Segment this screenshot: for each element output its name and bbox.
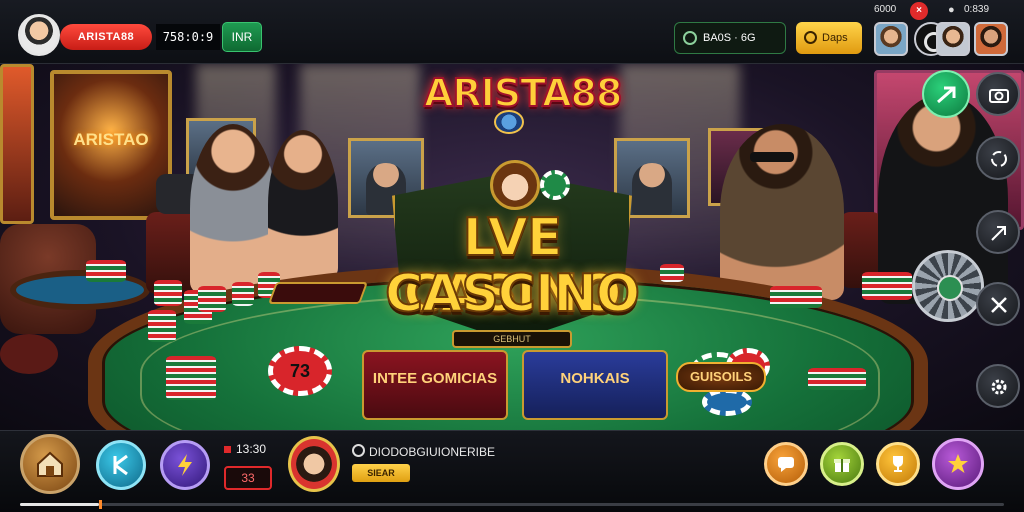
game-tile-middle[interactable]: NOHKAIS	[522, 350, 668, 420]
neon-poster: ARISTAO	[50, 70, 172, 220]
chip-stack	[198, 286, 226, 312]
status-time: 0:839	[964, 4, 990, 15]
progress-fill	[20, 503, 99, 506]
stool	[0, 334, 58, 374]
featured-chip: 73	[268, 346, 332, 396]
recycle-button[interactable]	[976, 136, 1020, 180]
game-tile-right[interactable]: GUISOILS	[676, 362, 766, 392]
friend-avatar-3[interactable]	[974, 22, 1008, 56]
logo-title-line-2: CASCINO	[384, 264, 641, 324]
camera-button[interactable]	[976, 72, 1020, 116]
chat-icon	[778, 457, 794, 472]
chip-stack	[154, 280, 182, 306]
currency-button[interactable]: INR	[222, 22, 262, 52]
arrow-icon	[937, 86, 956, 104]
tools-button[interactable]	[976, 282, 1020, 326]
side-table	[10, 270, 150, 310]
progress-track[interactable]	[20, 500, 1004, 509]
player-avatar[interactable]	[18, 14, 60, 56]
deposit-button-label: Daps	[822, 32, 848, 44]
network-icon	[683, 31, 697, 45]
mascot-icon	[490, 160, 540, 210]
round-timer: 13:30	[224, 442, 266, 456]
chip-stack	[862, 272, 912, 300]
live-casino-logo: LVE CASINO CASCINO GEBHUT	[354, 160, 670, 356]
chip	[702, 388, 752, 416]
gift-icon	[834, 459, 850, 472]
chip-stack	[232, 282, 254, 306]
chip-stack	[808, 368, 866, 390]
bet-counter[interactable]: 33	[224, 466, 272, 490]
featured-chip-label: 73	[289, 361, 311, 381]
brand-emblem-icon	[494, 110, 524, 134]
lightning-button[interactable]	[160, 440, 210, 490]
neon-poster-label: ARISTAO	[73, 130, 149, 149]
card-pad	[267, 282, 369, 304]
notification-badge[interactable]: ×	[910, 2, 928, 20]
chat-button[interactable]	[764, 442, 808, 486]
neon-poster-edge	[0, 64, 34, 224]
top-bar: ARISTA88 758:0:9 INR BA0S · 6G Daps 6000…	[0, 0, 1024, 64]
logo-chip-icon	[540, 170, 570, 200]
friend-avatar-2[interactable]	[936, 22, 970, 56]
casino-scene: ARISTAO ARISTA88 73 LVE CASINO CASCINO G…	[0, 64, 1024, 430]
network-pill-label: BA0S · 6G	[703, 32, 756, 44]
star-button[interactable]	[932, 438, 984, 490]
k-button[interactable]	[96, 440, 146, 490]
balance-display: 758:0:9	[156, 24, 220, 50]
settings-button[interactable]	[976, 364, 1020, 408]
home-button[interactable]	[20, 434, 80, 494]
share-button[interactable]	[922, 70, 970, 118]
player-woman-1	[190, 124, 276, 294]
chip-stack	[770, 286, 822, 308]
gift-button[interactable]	[820, 442, 864, 486]
logo-subtitle: GEBHUT	[452, 330, 572, 348]
gear-icon	[991, 379, 1007, 395]
star-icon	[948, 454, 968, 473]
brand-logo: ARISTA88	[423, 70, 623, 134]
trophy-icon	[893, 456, 903, 472]
bell-icon[interactable]: ●	[948, 4, 955, 16]
user-action-button[interactable]: SIEAR	[352, 464, 410, 482]
tools-icon	[991, 297, 1007, 313]
lightning-icon	[178, 454, 192, 476]
chip-stack	[86, 260, 126, 282]
bottom-bar	[0, 430, 1024, 512]
player-woman-2	[268, 130, 338, 280]
camera-icon	[989, 89, 1009, 103]
sunglasses	[750, 152, 794, 162]
chip-stack	[148, 310, 176, 342]
friend-avatar-1[interactable]	[874, 22, 908, 56]
player-name-pill[interactable]: ARISTA88	[60, 24, 152, 50]
home-icon	[37, 451, 63, 477]
status-text: 6000	[874, 4, 897, 15]
share-link-button[interactable]	[976, 210, 1020, 254]
recycle-icon	[991, 151, 1007, 167]
k-icon	[113, 454, 128, 476]
chip-stack	[166, 356, 216, 400]
deposit-button[interactable]: Daps	[796, 22, 862, 54]
coin-icon	[804, 31, 817, 44]
game-tile-left[interactable]: INTEE GOMICIAS	[362, 350, 508, 420]
trophy-button[interactable]	[876, 442, 920, 486]
roulette-wheel-button[interactable]	[912, 250, 984, 322]
network-pill[interactable]: BA0S · 6G	[674, 22, 786, 54]
share-icon	[991, 226, 1006, 241]
progress-knob[interactable]	[98, 500, 102, 509]
username-label: DIODOBGIUIONERIBE	[352, 444, 495, 459]
player-man-glasses	[720, 124, 844, 300]
user-avatar[interactable]	[288, 436, 340, 492]
